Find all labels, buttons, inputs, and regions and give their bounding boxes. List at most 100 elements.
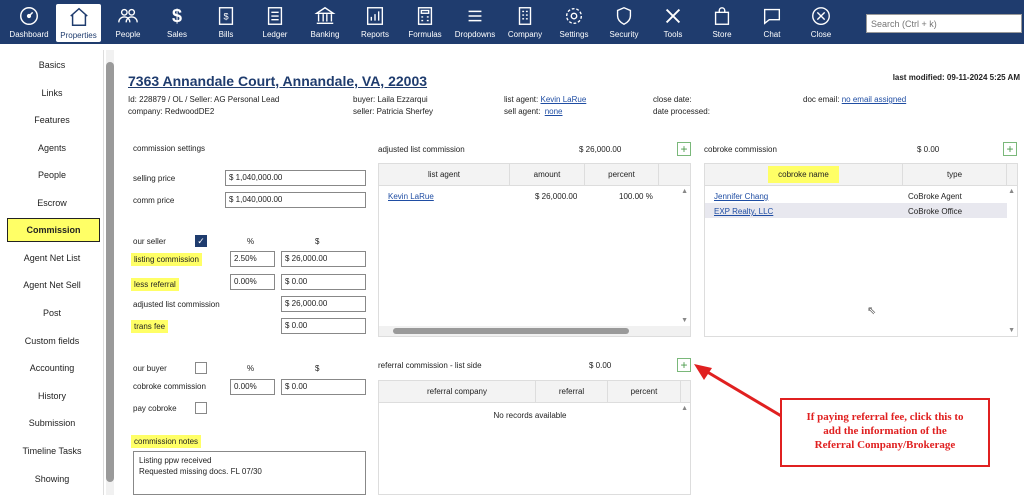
scroll-up-icon[interactable]: ▲ bbox=[1008, 188, 1015, 195]
adjusted-amt-input[interactable]: $ 26,000.00 bbox=[281, 296, 366, 312]
adj-list-row-agent[interactable]: Kevin LaRue bbox=[388, 192, 434, 201]
pay-cobroke-label: pay cobroke bbox=[133, 404, 177, 413]
company: company: RedwoodDE2 bbox=[128, 107, 215, 116]
building-icon bbox=[503, 5, 547, 29]
list-agent-link[interactable]: Kevin LaRue bbox=[540, 95, 586, 104]
trans-fee-label: trans fee bbox=[131, 320, 169, 333]
col-referral[interactable]: referral bbox=[536, 381, 608, 403]
list-agent-row: list agent: Kevin LaRue bbox=[504, 95, 586, 104]
scroll-down-icon[interactable]: ▼ bbox=[681, 317, 688, 324]
our-seller-checkbox[interactable]: ✓ bbox=[195, 235, 207, 247]
sidebar-item-links[interactable]: Links bbox=[0, 88, 104, 98]
notes-line-2: Requested missing docs. FL 07/30 bbox=[139, 467, 262, 476]
last-modified: last modified: 09-11-2024 5:25 AM bbox=[892, 73, 1020, 82]
cobroke-title: cobroke commission bbox=[704, 145, 777, 154]
close-date: close date: bbox=[653, 95, 692, 104]
chat-bubble-icon bbox=[750, 5, 794, 29]
nav-sales[interactable]: $ Sales bbox=[155, 0, 199, 44]
sidebar-item-features[interactable]: Features bbox=[0, 115, 104, 125]
comm-price-input[interactable]: $ 1,040,000.00 bbox=[225, 192, 366, 208]
listing-commission-amt-input[interactable]: $ 26,000.00 bbox=[281, 251, 366, 267]
sidebar-item-commission[interactable]: Commission bbox=[7, 218, 100, 242]
listing-commission-pct-input[interactable]: 2.50% bbox=[230, 251, 275, 267]
sidebar-item-accounting[interactable]: Accounting bbox=[0, 363, 104, 373]
col-referral-percent[interactable]: percent bbox=[608, 381, 681, 403]
scroll-up-icon[interactable]: ▲ bbox=[681, 405, 688, 412]
sidebar-item-submission[interactable]: Submission bbox=[0, 418, 104, 428]
adj-list-h-scroll-thumb[interactable] bbox=[393, 328, 629, 334]
callout-line-1: If paying referral fee, click this to bbox=[806, 411, 964, 423]
add-cobroke-button[interactable]: + bbox=[1003, 142, 1017, 156]
doc-email-link[interactable]: no email assigned bbox=[842, 95, 906, 104]
nav-settings[interactable]: Settings bbox=[552, 0, 596, 44]
sidebar-item-history[interactable]: History bbox=[0, 391, 104, 401]
add-list-agent-button[interactable]: + bbox=[677, 142, 691, 156]
nav-dashboard[interactable]: Dashboard bbox=[4, 0, 54, 44]
cobroke-row-1-name[interactable]: Jennifer Chang bbox=[714, 192, 768, 201]
sidebar-item-agents[interactable]: Agents bbox=[0, 143, 104, 153]
add-referral-button[interactable]: + bbox=[677, 358, 691, 372]
trans-fee-input[interactable]: $ 0.00 bbox=[281, 318, 366, 334]
nav-bills[interactable]: $ Bills bbox=[204, 0, 248, 44]
sidebar-item-custom-fields[interactable]: Custom fields bbox=[0, 336, 104, 346]
close-circle-icon bbox=[799, 5, 843, 29]
bill-icon: $ bbox=[204, 5, 248, 29]
col-referral-company[interactable]: referral company bbox=[379, 381, 536, 403]
nav-reports[interactable]: Reports bbox=[352, 0, 398, 44]
sidebar-item-showing[interactable]: Showing bbox=[0, 474, 104, 484]
sidebar-scroll-thumb[interactable] bbox=[106, 62, 114, 482]
col-percent[interactable]: percent bbox=[585, 164, 659, 186]
col-amount[interactable]: amount bbox=[510, 164, 585, 186]
our-buyer-checkbox[interactable] bbox=[195, 362, 207, 374]
nav-ledger[interactable]: Ledger bbox=[253, 0, 297, 44]
shopping-bag-icon bbox=[700, 5, 744, 29]
cobroke-amt-input[interactable]: $ 0.00 bbox=[281, 379, 366, 395]
doc-email-label: doc email: bbox=[803, 95, 840, 104]
nav-properties[interactable]: Properties bbox=[56, 4, 101, 42]
cobroke-row-1-type: CoBroke Agent bbox=[908, 192, 962, 201]
sidebar-item-basics[interactable]: Basics bbox=[0, 60, 104, 70]
referral-callout-box: If paying referral fee, click this to ad… bbox=[780, 398, 990, 467]
doc-email-row: doc email: no email assigned bbox=[803, 95, 906, 104]
nav-store[interactable]: Store bbox=[700, 0, 744, 44]
sidebar-item-agent-net-sell[interactable]: Agent Net Sell bbox=[0, 280, 104, 290]
cobroke-pct-input[interactable]: 0.00% bbox=[230, 379, 275, 395]
nav-dropdowns[interactable]: Dropdowns bbox=[452, 0, 498, 44]
scroll-down-icon[interactable]: ▼ bbox=[1008, 327, 1015, 334]
pay-cobroke-checkbox[interactable] bbox=[195, 402, 207, 414]
scroll-up-icon[interactable]: ▲ bbox=[681, 188, 688, 195]
nav-chat[interactable]: Chat bbox=[750, 0, 794, 44]
sidebar-item-post[interactable]: Post bbox=[0, 308, 104, 318]
sidebar-item-agent-net-list[interactable]: Agent Net List bbox=[0, 253, 104, 263]
people-icon bbox=[106, 5, 150, 29]
sell-agent-link[interactable]: none bbox=[545, 107, 563, 116]
report-chart-icon bbox=[352, 5, 398, 29]
our-seller-label: our seller bbox=[133, 237, 166, 246]
nav-company[interactable]: Company bbox=[503, 0, 547, 44]
nav-formulas[interactable]: Formulas bbox=[403, 0, 447, 44]
nav-people[interactable]: People bbox=[106, 0, 150, 44]
callout-line-3: Referral Company/Brokerage bbox=[814, 439, 956, 451]
search-input[interactable] bbox=[866, 14, 1022, 33]
nav-close[interactable]: Close bbox=[799, 0, 843, 44]
date-processed: date processed: bbox=[653, 107, 710, 116]
selling-price-input[interactable]: $ 1,040,000.00 bbox=[225, 170, 366, 186]
nav-banking[interactable]: Banking bbox=[302, 0, 348, 44]
adj-list-total: $ 26,000.00 bbox=[579, 145, 622, 154]
col-cobroke-name[interactable]: cobroke name bbox=[705, 164, 903, 186]
commission-notes-textarea[interactable]: Listing ppw received Requested missing d… bbox=[133, 451, 366, 495]
referral-pct-input[interactable]: 0.00% bbox=[230, 274, 275, 290]
col-list-agent[interactable]: list agent bbox=[379, 164, 510, 186]
cobroke-row-2-name[interactable]: EXP Realty, LLC bbox=[714, 207, 773, 216]
sidebar-item-people[interactable]: People bbox=[0, 170, 104, 180]
nav-tools[interactable]: Tools bbox=[651, 0, 695, 44]
property-address[interactable]: 7363 Annandale Court, Annandale, VA, 220… bbox=[128, 73, 427, 89]
referral-amt-input[interactable]: $ 0.00 bbox=[281, 274, 366, 290]
adj-list-title: adjusted list commission bbox=[378, 145, 465, 154]
sidebar-item-escrow[interactable]: Escrow bbox=[0, 198, 104, 208]
adj-list-row-amount: $ 26,000.00 bbox=[535, 192, 578, 201]
col-type[interactable]: type bbox=[903, 164, 1007, 186]
adj-list-grid-header: list agent amount percent bbox=[379, 164, 690, 186]
nav-security[interactable]: Security bbox=[601, 0, 647, 44]
sidebar-item-timeline-tasks[interactable]: Timeline Tasks bbox=[0, 446, 104, 456]
